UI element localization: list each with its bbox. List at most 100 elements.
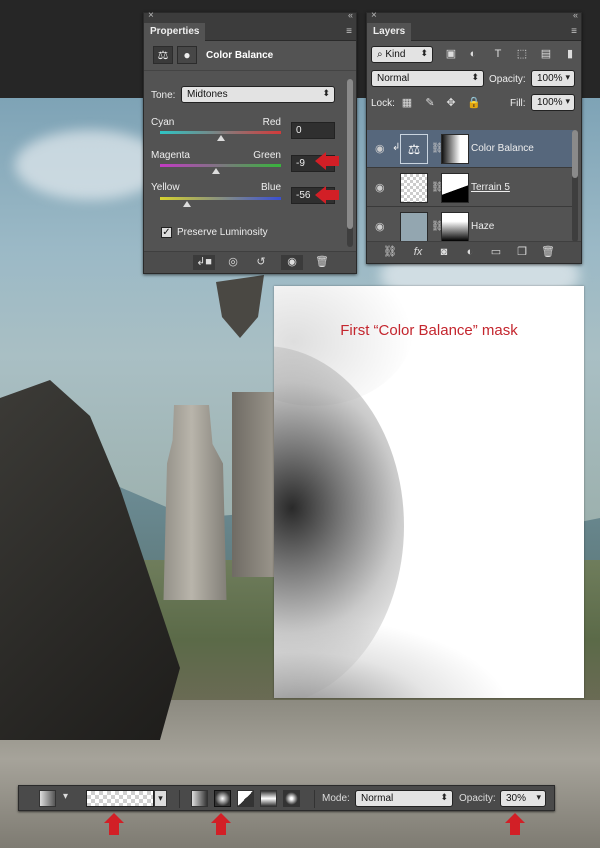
shape-filter-icon[interactable]: ⬚ xyxy=(515,47,529,61)
chevron-updown-icon: ⬍ xyxy=(322,88,330,98)
layers-footer: ⛓ fx ◙ ◐ ▭ ❐ 🗑 xyxy=(367,241,581,263)
blend-mode-select[interactable]: Normal ⬍ xyxy=(371,70,484,87)
layer-name: Haze xyxy=(471,221,495,232)
slider-right-label: Green xyxy=(253,150,281,161)
fill-value: 100% xyxy=(537,97,563,108)
tab-layers[interactable]: Layers xyxy=(367,23,412,41)
gradient-sample[interactable] xyxy=(86,790,154,807)
reset-icon[interactable]: ↺ xyxy=(250,255,272,270)
mode-label: Mode: xyxy=(322,793,350,804)
arrow-pointer xyxy=(505,813,525,835)
opacity-input[interactable]: 30% ▾ xyxy=(500,790,546,807)
lock-transparent-icon[interactable]: ▦ xyxy=(400,96,414,110)
fill-input[interactable]: 100% ▾ xyxy=(531,94,575,111)
chevron-down-icon[interactable]: ▾ xyxy=(63,791,68,802)
adjustment-thumbnail[interactable]: ⚖ xyxy=(400,134,428,164)
angle-gradient-icon[interactable] xyxy=(237,790,254,807)
link-layers-icon[interactable]: ⛓ xyxy=(379,245,401,260)
slider-thumb[interactable] xyxy=(211,168,220,174)
new-group-icon[interactable]: ▭ xyxy=(485,245,507,260)
slider-left-label: Magenta xyxy=(151,150,190,161)
properties-scrollbar[interactable] xyxy=(347,79,353,247)
collapse-icon[interactable]: « xyxy=(573,10,578,20)
mask-caption: First “Color Balance” mask xyxy=(340,322,518,339)
mask-thumbnail[interactable] xyxy=(441,212,469,242)
tab-properties[interactable]: Properties xyxy=(144,23,206,41)
slider-thumb[interactable] xyxy=(182,201,191,207)
lock-label: Lock: xyxy=(371,98,395,109)
layers-scrollbar[interactable] xyxy=(572,130,578,242)
cyan-red-value[interactable]: 0 xyxy=(291,122,335,139)
gradient-preset-icon[interactable] xyxy=(39,790,56,807)
gradient-picker-chevron-icon[interactable]: ▾ xyxy=(154,790,167,807)
type-filter-icon[interactable]: T xyxy=(491,47,505,61)
pixel-filter-icon[interactable]: ▣ xyxy=(444,47,458,61)
layer-row-haze[interactable]: ◉ ⛓ Haze xyxy=(367,208,574,244)
visibility-icon[interactable]: ◉ xyxy=(281,255,303,270)
view-previous-icon[interactable]: ◎ xyxy=(222,255,244,270)
panel-menu-icon[interactable]: ≡ xyxy=(571,26,577,37)
radial-gradient-icon[interactable] xyxy=(214,790,231,807)
slider-thumb[interactable] xyxy=(216,135,225,141)
mask-thumbnail[interactable] xyxy=(441,173,469,203)
eye-icon[interactable]: ◉ xyxy=(375,181,385,194)
mode-select[interactable]: Normal ⬍ xyxy=(355,790,453,807)
layer-thumbnail[interactable] xyxy=(400,173,428,203)
mask-thumbnail[interactable] xyxy=(441,134,469,164)
close-icon[interactable]: × xyxy=(148,10,154,21)
tone-label: Tone: xyxy=(151,90,176,101)
chevron-down-icon: ▾ xyxy=(565,72,570,82)
fx-icon[interactable]: fx xyxy=(407,245,429,260)
opacity-label: Opacity: xyxy=(459,793,496,804)
layer-name: Color Balance xyxy=(471,143,534,154)
chevron-updown-icon: ⬍ xyxy=(420,48,428,58)
lock-all-icon[interactable]: 🔒 xyxy=(467,96,481,110)
slider-left-label: Cyan xyxy=(151,117,175,128)
slider-right-label: Blue xyxy=(260,182,281,193)
opacity-value: 100% xyxy=(537,73,563,84)
new-layer-icon[interactable]: ❐ xyxy=(511,245,533,260)
new-adjustment-icon[interactable]: ◐ xyxy=(459,245,481,260)
gradient-options-bar: ▾ ▾ Mode: Normal ⬍ Opacity: 30% ▾ xyxy=(18,785,555,811)
lock-position-icon[interactable]: ✥ xyxy=(444,96,458,110)
diamond-gradient-icon[interactable] xyxy=(283,790,300,807)
close-icon[interactable]: × xyxy=(371,10,377,21)
reflected-gradient-icon[interactable] xyxy=(260,790,277,807)
fill-label: Fill: xyxy=(510,98,526,109)
layers-panel: × « Layers ≡ ⌕ Kind ⬍ ▣ ◐ T ⬚ ▤ ▮ Normal… xyxy=(366,10,582,264)
arrow-pointer xyxy=(315,152,339,170)
arrow-pointer xyxy=(315,186,339,204)
delete-layer-icon[interactable]: 🗑 xyxy=(537,245,559,260)
color-balance-icon[interactable]: ⚖ xyxy=(153,46,173,64)
magenta-green-slider[interactable] xyxy=(160,164,281,174)
layer-thumbnail[interactable] xyxy=(400,212,428,242)
kind-filter-select[interactable]: ⌕ Kind ⬍ xyxy=(371,46,433,63)
opacity-value: 30% xyxy=(506,793,527,804)
scrollbar-thumb[interactable] xyxy=(347,79,353,229)
cyan-red-slider[interactable] xyxy=(160,131,281,141)
preserve-luminosity-checkbox[interactable]: ✓ xyxy=(161,227,172,238)
linear-gradient-icon[interactable] xyxy=(191,790,208,807)
collapse-icon[interactable]: « xyxy=(348,10,353,20)
kind-value: Kind xyxy=(385,49,406,60)
smart-object-filter-icon[interactable]: ▤ xyxy=(539,47,553,61)
clip-to-layer-icon[interactable]: ↲■ xyxy=(193,255,215,270)
filter-toggle-icon[interactable]: ▮ xyxy=(563,47,577,61)
adjustment-filter-icon[interactable]: ◐ xyxy=(466,47,480,61)
panel-menu-icon[interactable]: ≡ xyxy=(346,26,352,37)
lock-pixels-icon[interactable]: ✎ xyxy=(423,96,437,110)
delete-icon[interactable]: 🗑 xyxy=(311,255,333,270)
mask-preview: First “Color Balance” mask xyxy=(274,286,584,698)
eye-icon[interactable]: ◉ xyxy=(375,142,385,155)
chevron-updown-icon: ⬍ xyxy=(440,792,448,802)
mask-icon[interactable]: ● xyxy=(177,46,197,64)
opacity-input[interactable]: 100% ▾ xyxy=(531,70,575,87)
scrollbar-thumb[interactable] xyxy=(572,130,578,178)
layer-row-terrain-5[interactable]: ◉ ⛓ Terrain 5 xyxy=(367,169,574,207)
add-mask-icon[interactable]: ◙ xyxy=(433,245,455,260)
blend-mode-value: Normal xyxy=(377,73,410,84)
layer-row-color-balance[interactable]: ◉ ↲ ⚖ ⛓ Color Balance xyxy=(367,130,574,168)
eye-icon[interactable]: ◉ xyxy=(375,220,385,233)
tone-select[interactable]: Midtones ⬍ xyxy=(181,86,335,103)
yellow-blue-slider[interactable] xyxy=(160,197,281,207)
